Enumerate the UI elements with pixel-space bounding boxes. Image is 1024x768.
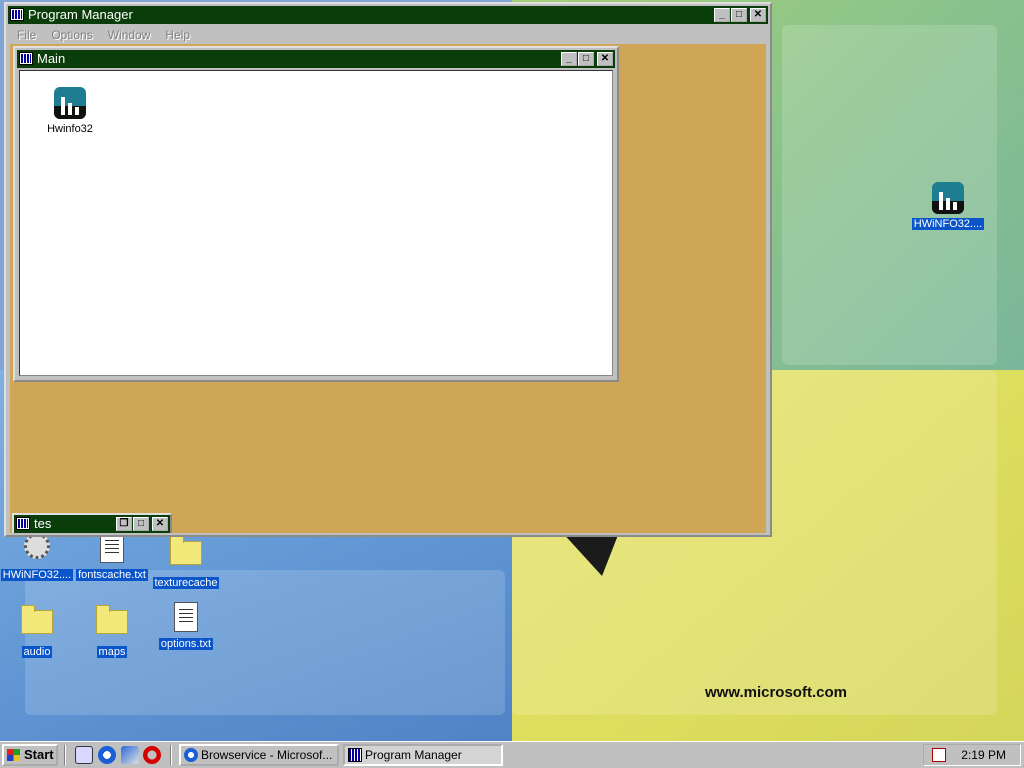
main-group-window[interactable]: Main _ □ ✕ Hwinfo32 [13,46,619,382]
program-manager-icon[interactable] [10,8,24,21]
main-group-titlebar[interactable]: Main _ □ ✕ [17,50,615,68]
program-manager-icon [348,748,362,762]
main-group-client-area: Hwinfo32 [19,70,613,376]
menu-window[interactable]: Window [101,26,159,44]
restore-button[interactable]: ❐ [116,517,132,531]
mdi-workspace: Main _ □ ✕ Hwinfo32 tes ❐ □ ✕ [10,44,766,533]
tray-calendar-icon[interactable] [932,748,946,762]
hwinfo-icon [54,87,86,119]
maximize-button[interactable]: □ [578,52,594,66]
folder-icon [170,536,202,565]
desktop-icon-fontscache[interactable]: fontscache.txt [73,533,151,581]
close-button[interactable]: ✕ [597,52,613,66]
windows-logo-icon [7,749,20,761]
desktop-icon-label: audio [21,646,53,658]
program-manager-window[interactable]: Program Manager _ □ ✕ File Options Windo… [4,2,772,537]
group-icon[interactable] [16,517,30,530]
menu-file[interactable]: File [10,26,44,44]
window-title: Program Manager [28,7,133,22]
desktop-icon-options[interactable]: options.txt [147,602,225,650]
wallpaper-text: www.microsoft.com [705,684,847,701]
program-manager-titlebar[interactable]: Program Manager _ □ ✕ [8,6,768,24]
hwinfo-icon [932,182,964,214]
maximize-button[interactable]: □ [133,517,149,531]
text-file-icon [174,602,198,632]
start-label: Start [24,747,54,762]
group-title: Main [37,51,66,66]
desktop-icon-label: HWiNFO32.... [911,218,985,230]
tes-group-minimized[interactable]: tes ❐ □ ✕ [12,513,172,533]
desktop-icon-label: options.txt [158,638,214,650]
minimize-button[interactable]: _ [561,52,577,66]
internet-explorer-icon [184,748,198,762]
group-title: tes [34,516,52,531]
start-button[interactable]: Start [2,744,58,766]
text-file-icon [100,533,124,563]
internet-explorer-icon[interactable] [98,746,116,764]
channels-icon[interactable] [121,746,139,764]
taskbar-button-label: Browservice - Microsof... [201,748,333,762]
folder-icon [21,605,53,634]
close-button[interactable]: ✕ [152,517,168,531]
desktop-icon-hwinfo[interactable]: HWiNFO32.... [909,182,987,230]
program-item-hwinfo32[interactable]: Hwinfo32 [40,87,100,135]
desktop-icon-audio[interactable]: audio [0,602,76,658]
taskbar-separator [64,745,66,765]
folder-icon [96,605,128,634]
desktop-icon-maps[interactable]: maps [73,602,151,658]
program-item-label: Hwinfo32 [47,123,93,135]
group-icon[interactable] [19,52,33,65]
show-desktop-icon[interactable] [75,746,93,764]
desktop-icon-label: texturecache [152,577,220,589]
system-tray: 2:19 PM [923,744,1021,766]
menu-help[interactable]: Help [158,26,198,44]
desktop-icon-label: HWiNFO32.... [0,569,74,581]
taskbar-button-browservice[interactable]: Browservice - Microsof... [179,744,339,766]
menu-options[interactable]: Options [44,26,100,44]
taskbar-separator [170,745,172,765]
tes-group-titlebar[interactable]: tes ❐ □ ✕ [14,515,170,533]
desktop-icon-hwinfo-setup[interactable]: HWiNFO32.... [0,533,76,581]
close-button[interactable]: ✕ [750,8,766,22]
taskbar-button-program-manager[interactable]: Program Manager [343,744,503,766]
desktop-icon-texturecache[interactable]: texturecache [147,533,225,589]
menu-bar: File Options Window Help [10,26,198,44]
minimize-button[interactable]: _ [714,8,730,22]
desktop-icon-label: fontscache.txt [76,569,148,581]
taskbar-button-label: Program Manager [365,748,462,762]
opera-icon[interactable] [143,746,161,764]
desktop-icon-label: maps [96,646,128,658]
taskbar: Start Browservice - Microsof... Program … [0,741,1024,768]
maximize-button[interactable]: □ [731,8,747,22]
clock[interactable]: 2:19 PM [961,748,1006,762]
